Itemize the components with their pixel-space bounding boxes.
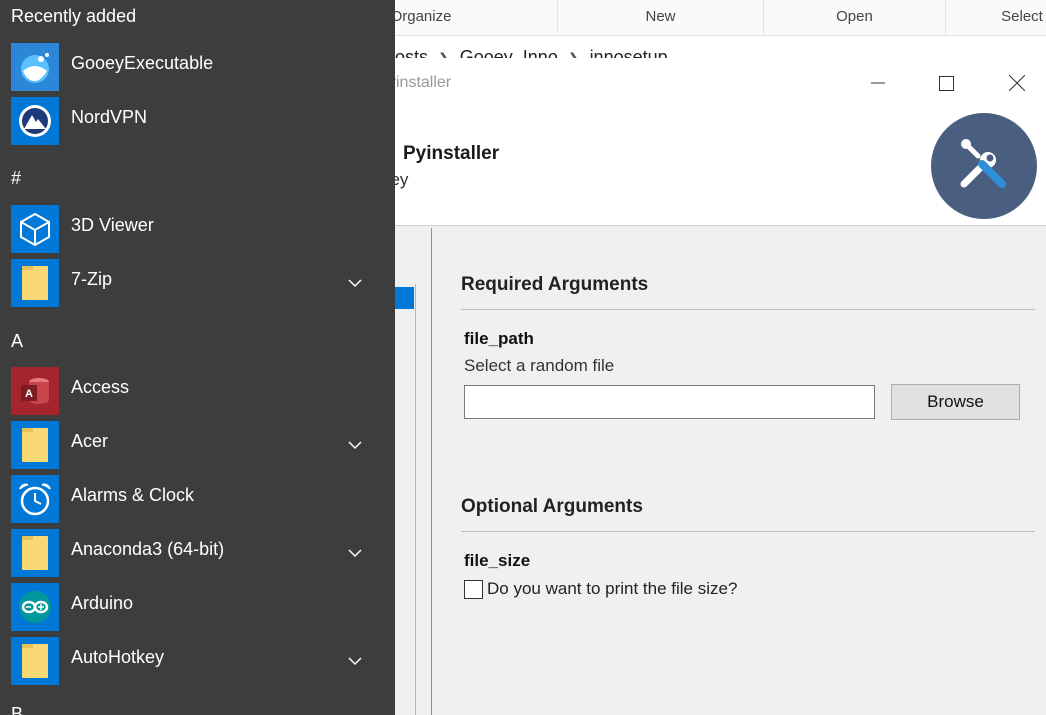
file-path-label: file_path (464, 329, 534, 348)
sidebar-list (392, 284, 416, 715)
file-path-help: Select a random file (464, 356, 615, 375)
start-item-label: Arduino (71, 593, 134, 613)
start-item-label: 3D Viewer (71, 215, 154, 235)
config-panel: Required Arguments file_path Select a ra… (433, 228, 1046, 715)
start-item-label: AutoHotkey (71, 647, 165, 667)
start-item-access[interactable]: A Access (0, 364, 395, 416)
access-icon: A (11, 367, 59, 415)
ribbon-open[interactable]: Open (764, 0, 946, 34)
ribbon-new-label: New (645, 8, 676, 25)
gooey-app-icon (11, 43, 59, 91)
chevron-down-icon[interactable] (346, 652, 364, 670)
folder-icon (11, 421, 59, 469)
start-item-label: Anaconda3 (64-bit) (71, 539, 225, 559)
tools-logo (931, 113, 1037, 219)
ribbon-select[interactable]: Select (946, 0, 1046, 34)
chevron-down-icon[interactable] (346, 544, 364, 562)
group-header-recently-added: Recently added (11, 6, 137, 26)
chevron-down-icon[interactable] (346, 274, 364, 292)
start-item-label: GooeyExecutable (71, 53, 214, 73)
alarm-clock-icon (11, 475, 59, 523)
start-item-anaconda3[interactable]: Anaconda3 (64-bit) (0, 526, 395, 578)
file-path-input[interactable] (464, 385, 875, 419)
group-header-b[interactable]: B (11, 704, 23, 715)
ribbon-open-label: Open (836, 8, 873, 25)
start-item-nordvpn[interactable]: NordVPN (0, 94, 395, 146)
start-item-gooeyexecutable[interactable]: GooeyExecutable (0, 40, 395, 92)
svg-text:A: A (25, 388, 33, 400)
start-item-7zip[interactable]: 7-Zip (0, 256, 395, 308)
group-header-a[interactable]: A (11, 331, 23, 352)
optional-arguments-title: Optional Arguments (461, 496, 643, 517)
ribbon-new[interactable]: New (558, 0, 764, 34)
folder-icon (11, 529, 59, 577)
start-item-alarms-clock[interactable]: Alarms & Clock (0, 472, 395, 524)
file-size-checkbox-label[interactable]: Do you want to print the file size? (487, 579, 737, 599)
nordvpn-icon (11, 97, 59, 145)
folder-icon (11, 637, 59, 685)
folder-icon (11, 259, 59, 307)
start-item-label: Alarms & Clock (71, 485, 195, 505)
ribbon-organize[interactable]: Organize (391, 0, 558, 34)
maximize-icon (938, 75, 954, 91)
section-divider (461, 531, 1035, 532)
start-item-arduino[interactable]: Arduino (0, 580, 395, 632)
window-title: yinstaller (388, 74, 452, 91)
start-item-3d-viewer[interactable]: 3D Viewer (0, 202, 395, 254)
program-title: Pyinstaller (403, 143, 500, 164)
wrench-screwdriver-icon (960, 139, 1006, 188)
start-item-label: Access (71, 377, 130, 397)
start-item-label: 7-Zip (71, 269, 113, 289)
file-size-label: file_size (464, 551, 531, 570)
close-button[interactable] (982, 58, 1046, 108)
ribbon-organize-label: Organize (390, 8, 452, 25)
close-icon (1009, 75, 1025, 91)
cube-icon (11, 205, 59, 253)
file-size-checkbox[interactable] (464, 580, 483, 599)
minimize-icon (871, 82, 885, 84)
minimize-button[interactable] (843, 58, 913, 108)
start-item-label: Acer (71, 431, 109, 451)
start-menu: Recently added GooeyExecutable NordVPN #… (0, 0, 395, 715)
arduino-icon (11, 583, 59, 631)
browse-button[interactable]: Browse (891, 384, 1020, 420)
start-item-autohotkey[interactable]: AutoHotkey (0, 634, 395, 686)
maximize-button[interactable] (911, 58, 981, 108)
sidebar-item-selected[interactable] (392, 287, 414, 309)
start-item-acer[interactable]: Acer (0, 418, 395, 470)
start-item-label: NordVPN (71, 107, 148, 127)
section-divider (461, 309, 1035, 310)
ribbon-select-label: Select (1001, 8, 1043, 25)
chevron-down-icon[interactable] (346, 436, 364, 454)
required-arguments-title: Required Arguments (461, 274, 649, 295)
group-header-hash[interactable]: # (11, 168, 21, 189)
